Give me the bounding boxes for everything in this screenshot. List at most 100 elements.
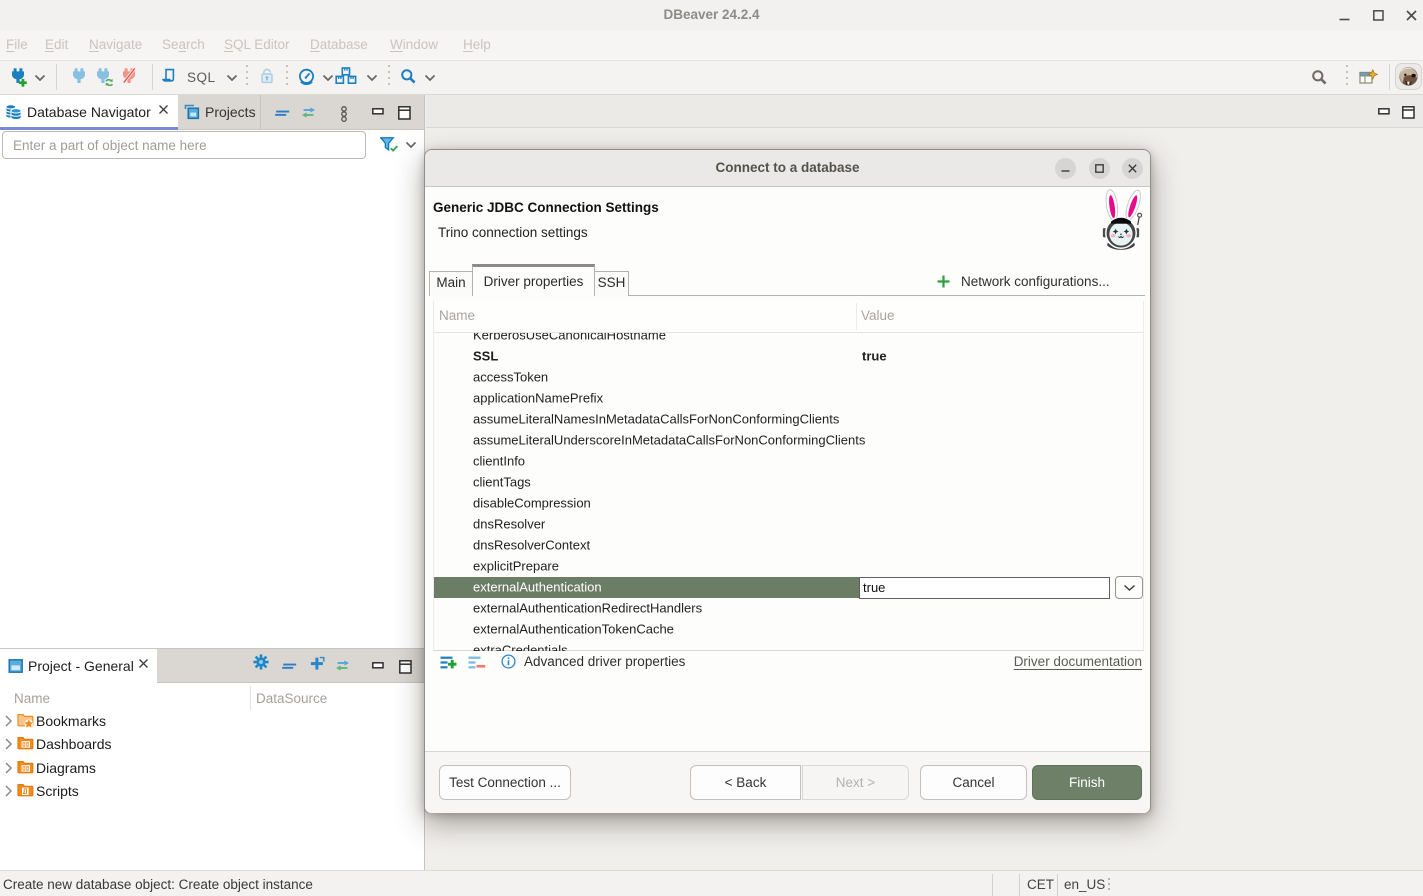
expand-icon[interactable]	[309, 655, 326, 672]
sql-editor-label[interactable]: SQL	[187, 70, 216, 85]
menu-edit[interactable]: Edit	[45, 37, 68, 52]
tree-item-diagrams[interactable]: Diagrams	[0, 756, 424, 779]
maximize-view-icon[interactable]	[398, 106, 411, 120]
menu-search[interactable]: Search	[162, 37, 205, 52]
tab-database-navigator-close-icon[interactable]	[157, 103, 170, 116]
dialog-tab-driver-properties[interactable]: Driver properties	[472, 264, 595, 296]
table-header-value[interactable]: Value	[861, 308, 895, 323]
filter-dropdown-icon[interactable]	[405, 141, 417, 149]
link-with-editor-icon[interactable]	[335, 660, 350, 671]
table-row[interactable]: assumeLiteralUnderscoreInMetadataCallsFo…	[434, 429, 1143, 450]
minimize-view-icon[interactable]	[372, 662, 384, 669]
table-row[interactable]: SSL true	[434, 345, 1143, 366]
filter-icon[interactable]	[380, 137, 400, 153]
tasks-icon[interactable]	[335, 67, 357, 85]
table-row[interactable]: assumeLiteralNamesInMetadataCallsForNonC…	[434, 408, 1143, 429]
property-value-input[interactable]	[859, 577, 1110, 599]
table-row[interactable]: accessToken	[434, 366, 1143, 387]
dialog-tab-main[interactable]: Main	[429, 271, 473, 296]
sql-editor-dropdown-icon[interactable]	[226, 74, 238, 82]
expand-chevron-icon[interactable]	[4, 784, 13, 798]
table-header-name[interactable]: Name	[439, 308, 475, 323]
expand-chevron-icon[interactable]	[4, 714, 13, 728]
maximize-view-icon[interactable]	[399, 660, 412, 674]
maximize-view-icon[interactable]	[1402, 106, 1415, 119]
table-row[interactable]: clientTags	[434, 471, 1143, 492]
property-value-dropdown-button[interactable]	[1115, 576, 1143, 599]
commit-mode-lock-icon[interactable]	[259, 68, 275, 84]
new-connection-dropdown-icon[interactable]	[34, 74, 46, 82]
view-menu-icon[interactable]	[340, 106, 348, 123]
menu-help[interactable]: Help	[463, 37, 491, 52]
sql-editor-icon[interactable]	[161, 68, 177, 84]
table-row[interactable]: dnsResolverContext	[434, 534, 1143, 555]
dialog-heading: Generic JDBC Connection Settings	[433, 200, 659, 215]
dialog-maximize-button[interactable]	[1089, 158, 1110, 179]
table-row[interactable]: extraCredentials	[434, 640, 1143, 651]
disconnect-icon[interactable]	[121, 68, 138, 85]
menu-navigate[interactable]: Navigate	[89, 37, 142, 52]
dashboard-icon[interactable]	[298, 68, 315, 85]
quick-search-icon[interactable]	[1311, 69, 1328, 86]
back-button[interactable]: < Back	[690, 765, 801, 800]
table-row[interactable]: applicationNamePrefix	[434, 387, 1143, 408]
table-row[interactable]: dnsResolver	[434, 513, 1143, 534]
project-settings-gear-icon[interactable]	[253, 654, 269, 670]
cancel-button[interactable]: Cancel	[920, 765, 1027, 800]
menu-window[interactable]: Window	[390, 37, 438, 52]
next-button[interactable]: Next >	[802, 765, 909, 800]
link-with-editor-icon[interactable]	[301, 107, 316, 118]
reconnect-icon[interactable]	[95, 68, 114, 86]
window-maximize-button[interactable]	[1372, 9, 1385, 22]
user-avatar[interactable]	[1395, 63, 1422, 90]
collapse-all-icon[interactable]	[282, 663, 297, 670]
menu-database[interactable]: Database	[310, 37, 368, 52]
driver-documentation-link[interactable]: Driver documentation	[1014, 654, 1142, 669]
dialog-minimize-button[interactable]	[1055, 158, 1076, 179]
dialog-close-button[interactable]	[1122, 158, 1143, 179]
database-navigator-icon	[5, 104, 22, 121]
table-row[interactable]: externalAuthenticationTokenCache	[434, 619, 1143, 640]
window-minimize-button[interactable]	[1338, 9, 1351, 22]
expand-chevron-icon[interactable]	[4, 761, 13, 775]
tree-item-bookmarks[interactable]: Bookmarks	[0, 709, 424, 732]
dialog-tabline-gap	[473, 295, 594, 296]
remove-property-icon[interactable]	[468, 655, 486, 672]
tab-projects[interactable]: Projects	[178, 95, 261, 130]
table-row[interactable]: KerberosUseCanonicalHostname	[434, 333, 1143, 345]
tab-project-general-close-icon[interactable]	[137, 657, 150, 670]
table-row[interactable]: disableCompression	[434, 492, 1143, 513]
object-filter-input[interactable]	[2, 131, 366, 159]
table-row[interactable]: clientInfo	[434, 450, 1143, 471]
add-property-icon[interactable]	[440, 655, 458, 672]
finish-button[interactable]: Finish	[1032, 765, 1142, 800]
open-perspective-icon[interactable]	[1359, 69, 1378, 87]
minimize-view-icon[interactable]	[372, 108, 384, 115]
dialog-titlebar[interactable]: Connect to a database	[425, 150, 1150, 187]
collapse-all-icon[interactable]	[275, 110, 290, 117]
network-config-plus-icon[interactable]	[936, 274, 951, 289]
network-configurations-link[interactable]: Network configurations...	[961, 274, 1110, 289]
new-connection-icon[interactable]	[10, 68, 29, 87]
column-header-name[interactable]: Name	[14, 691, 50, 706]
tab-database-navigator[interactable]: Database Navigator	[0, 95, 178, 130]
menu-file[interactable]: File	[6, 37, 28, 52]
tree-item-dashboards[interactable]: Dashboards	[0, 732, 424, 755]
menu-sql-editor[interactable]: SQL Editor	[224, 37, 290, 52]
column-header-datasource[interactable]: DataSource	[256, 691, 327, 706]
test-connection-button[interactable]: Test Connection ...	[439, 765, 571, 800]
toolbar-search-dropdown-icon[interactable]	[424, 74, 436, 82]
window-close-button[interactable]	[1405, 9, 1418, 22]
table-row[interactable]: explicitPrepare	[434, 556, 1143, 577]
expand-chevron-icon[interactable]	[4, 737, 13, 751]
connect-icon[interactable]	[71, 68, 88, 85]
dialog-tab-ssh[interactable]: SSH	[594, 271, 629, 296]
tree-item-scripts[interactable]: Scripts	[0, 779, 424, 802]
tab-project-general[interactable]: Project - General	[0, 649, 157, 683]
toolbar-search-icon[interactable]	[400, 68, 417, 85]
table-row[interactable]: externalAuthenticationRedirectHandlers	[434, 598, 1143, 619]
minimize-view-icon[interactable]	[1378, 108, 1390, 115]
dashboard-dropdown-icon[interactable]	[322, 74, 334, 82]
table-header-separator	[856, 303, 857, 330]
tasks-dropdown-icon[interactable]	[366, 74, 378, 82]
